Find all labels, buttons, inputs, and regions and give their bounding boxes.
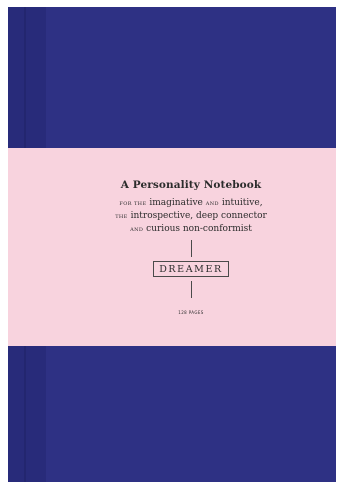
small-caps-and: and <box>205 201 219 207</box>
text-curious: curious non-conformist <box>146 224 252 234</box>
word-intuitive: intuitive, <box>221 198 263 208</box>
notebook-cover: A Personality Notebook for the imaginati… <box>8 7 336 482</box>
dreamer-badge: DREAMER <box>153 261 229 277</box>
description-line-2: the introspective, deep connector <box>46 210 336 223</box>
description-line-1: for the imaginative and intuitive, <box>46 197 336 210</box>
cover-title: A Personality Notebook <box>120 179 262 191</box>
divider-line-bottom <box>190 281 192 298</box>
description-line-3: and curious non-conformist <box>46 223 336 236</box>
word-imaginative: imaginative <box>149 198 203 208</box>
page-count: 128 PAGES <box>178 310 204 315</box>
cover-band: A Personality Notebook for the imaginati… <box>8 148 336 346</box>
small-caps-and-2: and <box>130 227 144 233</box>
divider-line-top <box>190 240 192 257</box>
cover-description: for the imaginative and intuitive, the i… <box>46 197 336 236</box>
text-introspective: introspective, deep connector <box>130 211 267 221</box>
small-caps-for-the: for the <box>119 201 147 207</box>
band-content: A Personality Notebook for the imaginati… <box>46 148 336 346</box>
small-caps-the: the <box>115 214 128 220</box>
